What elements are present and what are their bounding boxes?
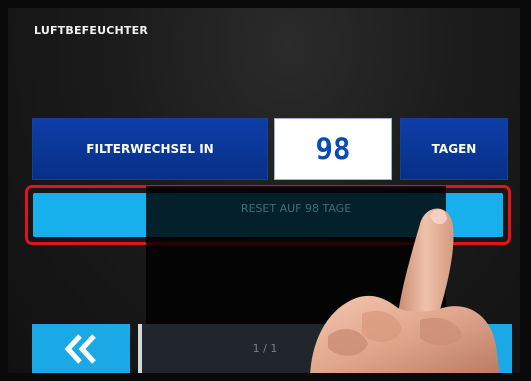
pointing-hand-image — [310, 208, 500, 373]
filter-change-label: FILTERWECHSEL IN — [32, 118, 268, 180]
screen-title: LUFTBEFEUCHTER — [34, 24, 148, 37]
back-button[interactable] — [32, 324, 130, 373]
filter-unit-label: TAGEN — [400, 118, 508, 180]
device-bezel: LUFTBEFEUCHTER FILTERWECHSEL IN 98 TAGEN… — [0, 0, 531, 381]
double-chevron-left-icon — [64, 333, 96, 364]
filter-days-value[interactable]: 98 — [274, 118, 392, 180]
touch-screen: LUFTBEFEUCHTER FILTERWECHSEL IN 98 TAGEN… — [8, 8, 520, 373]
